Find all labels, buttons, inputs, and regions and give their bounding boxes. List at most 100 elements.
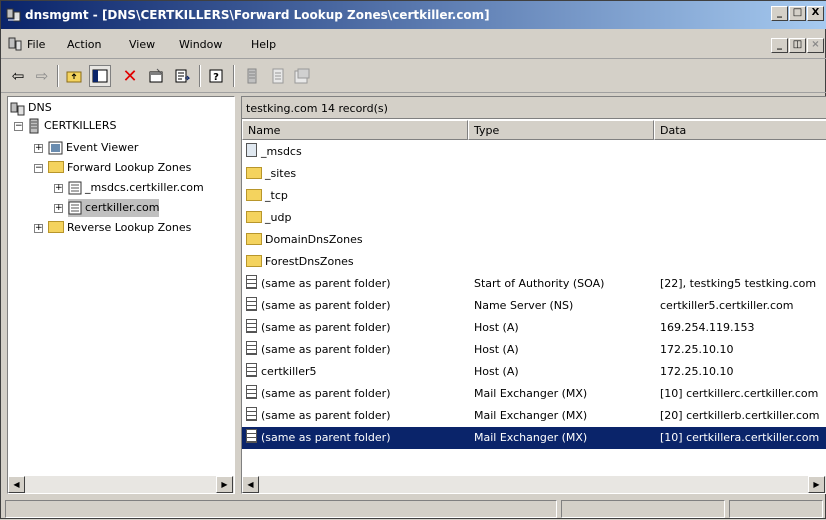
console-icon[interactable]: [7, 36, 23, 52]
column-header-data[interactable]: Data: [654, 120, 826, 140]
list-horizontal-scrollbar[interactable]: ◀ ▶: [242, 475, 826, 493]
tree-item-certkiller-zone[interactable]: certkiller.com: [68, 199, 160, 217]
table-row[interactable]: _tcp: [242, 185, 826, 207]
tree-label: Forward Lookup Zones: [67, 161, 192, 174]
minimize-button[interactable]: _: [771, 6, 788, 21]
toolbar-separator: [199, 65, 201, 87]
cell-data: [10] certkillera.certkiller.com: [660, 431, 820, 444]
export-list-icon[interactable]: [171, 65, 193, 87]
table-row[interactable]: (same as parent folder) Mail Exchanger (M…: [242, 427, 826, 449]
window-title: dnsmgmt - [DNS\CERTKILLERS\Forward Looku…: [25, 8, 490, 22]
new-host-icon[interactable]: [291, 65, 313, 87]
table-row[interactable]: DomainDnsZones: [242, 229, 826, 251]
menu-label: Window: [179, 38, 223, 51]
menu-label: Help: [251, 38, 277, 51]
scroll-right-button[interactable]: ▶: [216, 476, 233, 493]
server-icon[interactable]: [241, 65, 263, 87]
table-row[interactable]: _udp: [242, 207, 826, 229]
folder-icon: [246, 233, 262, 245]
tree-item-forward-lookup-zones[interactable]: Forward Lookup Zones: [48, 159, 191, 177]
cell-name: _msdcs: [246, 141, 468, 163]
cell-type: Name Server (NS): [474, 299, 574, 312]
cell-type: Host (A): [474, 343, 519, 356]
help-icon[interactable]: ?: [205, 65, 227, 87]
show-hide-tree-icon[interactable]: [89, 65, 111, 87]
table-row[interactable]: certkiller5 Host (A) 172.25.10.10: [242, 361, 826, 383]
record-icon: [246, 297, 257, 311]
menu-action[interactable]: Action: [67, 38, 101, 51]
new-zone-icon[interactable]: [267, 65, 289, 87]
menu-label: File: [27, 38, 46, 51]
cell-type: Start of Authority (SOA): [474, 277, 605, 290]
scroll-left-button[interactable]: ◀: [8, 476, 25, 493]
table-row[interactable]: ForestDnsZones: [242, 251, 826, 273]
dns-app-icon: [6, 8, 21, 22]
record-name: (same as parent folder): [261, 431, 391, 444]
tree-horizontal-scrollbar[interactable]: ◀ ▶: [8, 475, 234, 493]
table-row[interactable]: (same as parent folder) Host (A) 172.25.10…: [242, 339, 826, 361]
menu-label: Action: [67, 38, 102, 51]
cell-type: Host (A): [474, 365, 519, 378]
tree-item-msdcs-zone[interactable]: _msdcs.certkiller.com: [68, 179, 204, 197]
title-bar[interactable]: dnsmgmt - [DNS\CERTKILLERS\Forward Looku…: [1, 1, 826, 29]
cell-name: (same as parent folder): [246, 405, 468, 427]
menu-help[interactable]: Help: [251, 38, 276, 51]
close-button[interactable]: X: [807, 6, 824, 21]
table-row[interactable]: (same as parent folder) Mail Exchanger (M…: [242, 383, 826, 405]
scroll-left-button[interactable]: ◀: [242, 476, 259, 493]
console-tree[interactable]: DNS − CERTKILLERS + Event Viewer − Forwa…: [7, 96, 235, 494]
table-row[interactable]: _sites: [242, 163, 826, 185]
zone-icon: [68, 201, 82, 215]
properties-icon[interactable]: [145, 65, 167, 87]
cell-name: ForestDnsZones: [246, 251, 468, 273]
column-headers: Name Type Data: [242, 120, 826, 140]
menu-window[interactable]: Window: [179, 38, 222, 51]
status-cell-main: [5, 500, 557, 518]
table-row[interactable]: (same as parent folder) Start of Authorit…: [242, 273, 826, 295]
up-folder-icon[interactable]: [63, 65, 85, 87]
record-icon: [246, 407, 257, 421]
tree-item-reverse-lookup-zones[interactable]: Reverse Lookup Zones: [48, 219, 191, 237]
cell-name: _udp: [246, 207, 468, 229]
toolbar-separator: [233, 65, 235, 87]
tree-item-dns[interactable]: DNS: [10, 99, 52, 117]
results-pane[interactable]: testking.com 14 record(s) Name Type Data…: [241, 96, 826, 494]
cell-name: DomainDnsZones: [246, 229, 468, 251]
maximize-button[interactable]: □: [789, 6, 806, 21]
collapse-toggle[interactable]: −: [34, 164, 43, 173]
table-row[interactable]: _msdcs: [242, 141, 826, 163]
child-minimize-button[interactable]: _: [771, 38, 788, 53]
delete-icon[interactable]: ✕: [119, 65, 141, 87]
tree-item-certkillers[interactable]: CERTKILLERS: [28, 117, 116, 135]
child-close-button[interactable]: ×: [807, 38, 824, 53]
expand-toggle[interactable]: +: [34, 144, 43, 153]
record-name: _msdcs: [261, 145, 302, 158]
column-header-type[interactable]: Type: [468, 120, 654, 140]
cell-type: Mail Exchanger (MX): [474, 387, 588, 400]
zone-icon: [246, 143, 257, 157]
collapse-toggle[interactable]: −: [14, 122, 23, 131]
back-arrow-icon[interactable]: ⇦: [7, 65, 29, 87]
tree-item-event-viewer[interactable]: Event Viewer: [48, 139, 138, 157]
record-icon: [246, 385, 257, 399]
cell-name: (same as parent folder): [246, 273, 468, 295]
record-name: (same as parent folder): [261, 343, 391, 356]
table-row[interactable]: (same as parent folder) Host (A) 169.254.1…: [242, 317, 826, 339]
record-icon: [246, 341, 257, 355]
table-row[interactable]: (same as parent folder) Mail Exchanger (M…: [242, 405, 826, 427]
cell-data: 169.254.119.153: [660, 321, 755, 334]
child-restore-button[interactable]: ◫: [789, 38, 806, 53]
expand-toggle[interactable]: +: [34, 224, 43, 233]
column-header-name[interactable]: Name: [242, 120, 468, 140]
expand-toggle[interactable]: +: [54, 204, 63, 213]
forward-arrow-icon[interactable]: ⇨: [31, 65, 53, 87]
scroll-right-button[interactable]: ▶: [808, 476, 825, 493]
expand-toggle[interactable]: +: [54, 184, 63, 193]
menu-file[interactable]: File: [27, 38, 45, 51]
folder-icon: [246, 189, 262, 201]
folder-icon: [246, 255, 262, 267]
record-name: certkiller5: [261, 365, 317, 378]
table-row[interactable]: (same as parent folder) Name Server (NS) c…: [242, 295, 826, 317]
toolbar-separator: [57, 65, 59, 87]
menu-view[interactable]: View: [129, 38, 155, 51]
